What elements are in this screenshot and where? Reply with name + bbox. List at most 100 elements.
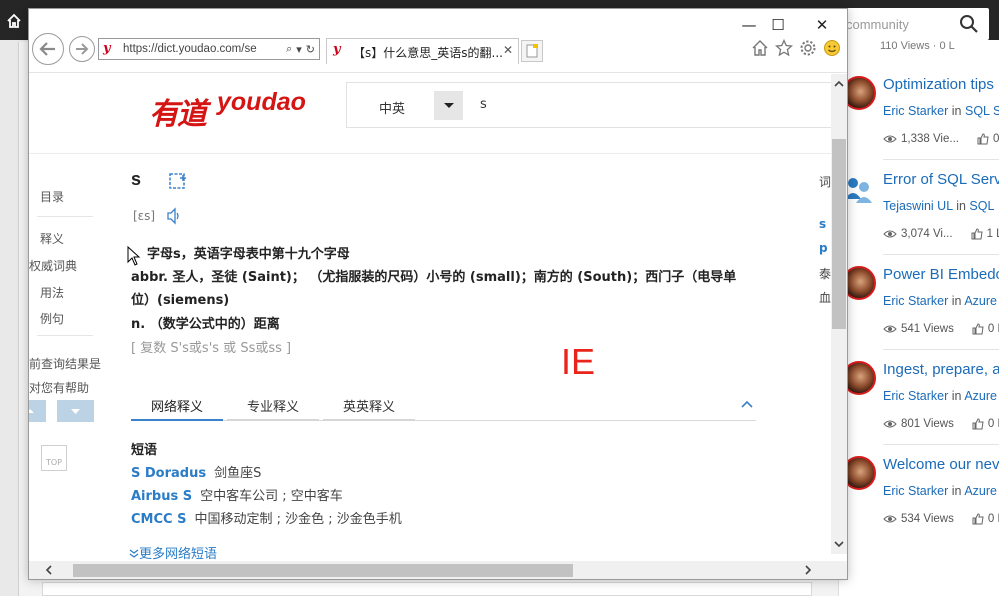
language-dropdown-button[interactable]: [434, 91, 463, 120]
scroll-down-icon[interactable]: [834, 540, 844, 548]
forward-button[interactable]: [69, 36, 95, 62]
post-board[interactable]: Azure: [964, 294, 997, 308]
post-item[interactable]: Power BI Embedo Eric Starker in Azure 54…: [842, 266, 999, 361]
post-in: in: [951, 294, 962, 308]
post-views: 1,338 Vie...: [901, 133, 959, 145]
more-phrases-link[interactable]: 更多网络短语: [129, 543, 217, 562]
post-stats: 3,074 Vi... 1 Li: [883, 228, 999, 240]
tab-web-definitions[interactable]: 网络释义: [131, 397, 223, 421]
post-author[interactable]: Tejaswini UL: [883, 199, 953, 213]
new-tab-button[interactable]: [521, 40, 543, 62]
ie-window: — ☐ ✕ y https://dict.youdao.com/se ⌕ ▾ ↻…: [28, 8, 848, 580]
sidebar-item-definition[interactable]: 释义: [40, 230, 64, 247]
tab-english-definitions[interactable]: 英英释义: [323, 397, 415, 421]
post-title[interactable]: Error of SQL Serv: [883, 171, 999, 188]
related-posts-panel: Optimization tips Eric Starker in SQL S …: [838, 40, 999, 596]
youdao-logo-cn[interactable]: 有道: [149, 89, 207, 133]
post-title[interactable]: Power BI Embedo: [883, 266, 999, 283]
phrase-row: S Doradus 剑鱼座S: [131, 462, 261, 481]
double-chevron-down-icon: [129, 549, 139, 558]
post-item[interactable]: Error of SQL Serv Tejaswini UL in SQL 3,…: [842, 171, 999, 266]
home-icon[interactable]: [6, 13, 22, 29]
post-board[interactable]: SQL S: [965, 104, 999, 118]
post-board[interactable]: Azure: [964, 484, 997, 498]
back-arrow-icon: [39, 42, 55, 56]
definition-line: 字母s，英语字母表中第十九个字母: [147, 247, 350, 262]
address-dropdown-icon[interactable]: ▾: [296, 43, 302, 56]
post-stats: 541 Views 0 L: [883, 323, 999, 335]
youdao-logo-en[interactable]: youdao: [217, 88, 306, 117]
post-author[interactable]: Eric Starker: [883, 294, 948, 308]
clipped-text: 泰: [819, 267, 832, 281]
post-author[interactable]: Eric Starker: [883, 389, 948, 403]
post-author[interactable]: Eric Starker: [883, 104, 948, 118]
post-title[interactable]: Ingest, prepare, a: [883, 361, 999, 378]
scroll-right-icon[interactable]: [804, 565, 812, 575]
ie-toolbar: — ☐ ✕ y https://dict.youdao.com/se ⌕ ▾ ↻…: [29, 9, 847, 73]
feedback-up-button[interactable]: [29, 400, 46, 422]
post-stats: 801 Views 0 L: [883, 418, 999, 430]
phrase-link[interactable]: Airbus S: [131, 489, 192, 504]
more-phrases-label[interactable]: 更多网络短语: [139, 547, 217, 562]
clipped-link[interactable]: s: [819, 217, 826, 231]
browser-tab[interactable]: y 【s】什么意思_英语s的翻... ✕: [326, 38, 519, 64]
vertical-scrollbar[interactable]: [831, 74, 847, 554]
tab-title[interactable]: 【s】什么意思_英语s的翻...: [353, 44, 503, 61]
add-to-wordbook-icon[interactable]: [169, 172, 187, 190]
post-item[interactable]: Ingest, prepare, a Eric Starker in Azure…: [842, 361, 999, 456]
back-button[interactable]: [32, 33, 64, 65]
address-bar[interactable]: y https://dict.youdao.com/se ⌕ ▾ ↻: [98, 38, 320, 60]
vertical-scroll-thumb[interactable]: [832, 139, 846, 329]
address-search-icon[interactable]: ⌕: [286, 42, 292, 56]
phrase-translation: 中国移动定制 ; 沙金色 ; 沙金色手机: [194, 512, 402, 527]
phrase-link[interactable]: CMCC S: [131, 512, 186, 527]
plural-forms: [ 复数 S's或s's 或 Ss或ss ]: [131, 341, 292, 356]
language-select-label[interactable]: 中英: [379, 98, 405, 117]
collapse-chevron-icon[interactable]: [740, 398, 754, 410]
maximize-button[interactable]: ☐: [763, 15, 793, 35]
close-button[interactable]: ✕: [807, 15, 837, 35]
refresh-icon[interactable]: ↻: [306, 43, 315, 56]
thumbs-up-icon[interactable]: [972, 513, 984, 525]
thumbs-up-icon[interactable]: [971, 228, 983, 240]
post-board[interactable]: SQL: [969, 199, 994, 213]
mouse-pointer-icon: [127, 246, 141, 266]
post-title[interactable]: Welcome our nev: [883, 456, 999, 473]
post-author[interactable]: Eric Starker: [883, 484, 948, 498]
post-item[interactable]: Optimization tips Eric Starker in SQL S …: [842, 76, 999, 171]
smiley-feedback-icon[interactable]: [823, 39, 841, 57]
search-icon[interactable]: [959, 14, 979, 34]
settings-gear-icon[interactable]: [799, 39, 817, 57]
post-title[interactable]: Optimization tips: [883, 76, 994, 93]
scroll-up-icon[interactable]: [834, 80, 844, 88]
search-query[interactable]: s: [480, 97, 487, 112]
eye-icon: [883, 325, 897, 333]
horizontal-scrollbar[interactable]: [29, 561, 831, 579]
dictionary-sidebar: 目录 释义 权威词典 用法 例句 前查询结果是 对您有帮助 TOP: [29, 155, 121, 565]
tab-close-icon[interactable]: ✕: [503, 43, 513, 57]
thumbs-up-icon[interactable]: [977, 133, 989, 145]
horizontal-scroll-thumb[interactable]: [73, 564, 573, 577]
speaker-icon[interactable]: [166, 207, 182, 225]
phrase-link[interactable]: S Doradus: [131, 466, 206, 481]
sidebar-item-authoritative[interactable]: 权威词典: [29, 257, 77, 274]
thumbs-up-icon[interactable]: [972, 418, 984, 430]
post-item[interactable]: Welcome our nev Eric Starker in Azure 53…: [842, 456, 999, 551]
address-url[interactable]: https://dict.youdao.com/se: [123, 43, 269, 55]
thumbs-up-icon[interactable]: [972, 323, 984, 335]
home-icon[interactable]: [751, 39, 769, 57]
tab-professional-definitions[interactable]: 专业释义: [227, 397, 319, 421]
feedback-down-button[interactable]: [57, 400, 94, 422]
sidebar-item-usage[interactable]: 用法: [40, 284, 64, 301]
youdao-search-box[interactable]: 中英 s: [346, 82, 847, 128]
clipped-link[interactable]: p: [819, 241, 828, 255]
back-to-top-button[interactable]: TOP: [41, 445, 67, 471]
favorites-star-icon[interactable]: [775, 39, 793, 57]
definition-line: 位）(siemens): [131, 293, 230, 308]
minimize-button[interactable]: —: [734, 15, 764, 35]
post-board[interactable]: Azure: [964, 389, 997, 403]
scroll-left-icon[interactable]: [45, 565, 53, 575]
phrase-row: CMCC S 中国移动定制 ; 沙金色 ; 沙金色手机: [131, 508, 402, 527]
eye-icon: [883, 420, 897, 428]
sidebar-item-examples[interactable]: 例句: [40, 310, 64, 327]
